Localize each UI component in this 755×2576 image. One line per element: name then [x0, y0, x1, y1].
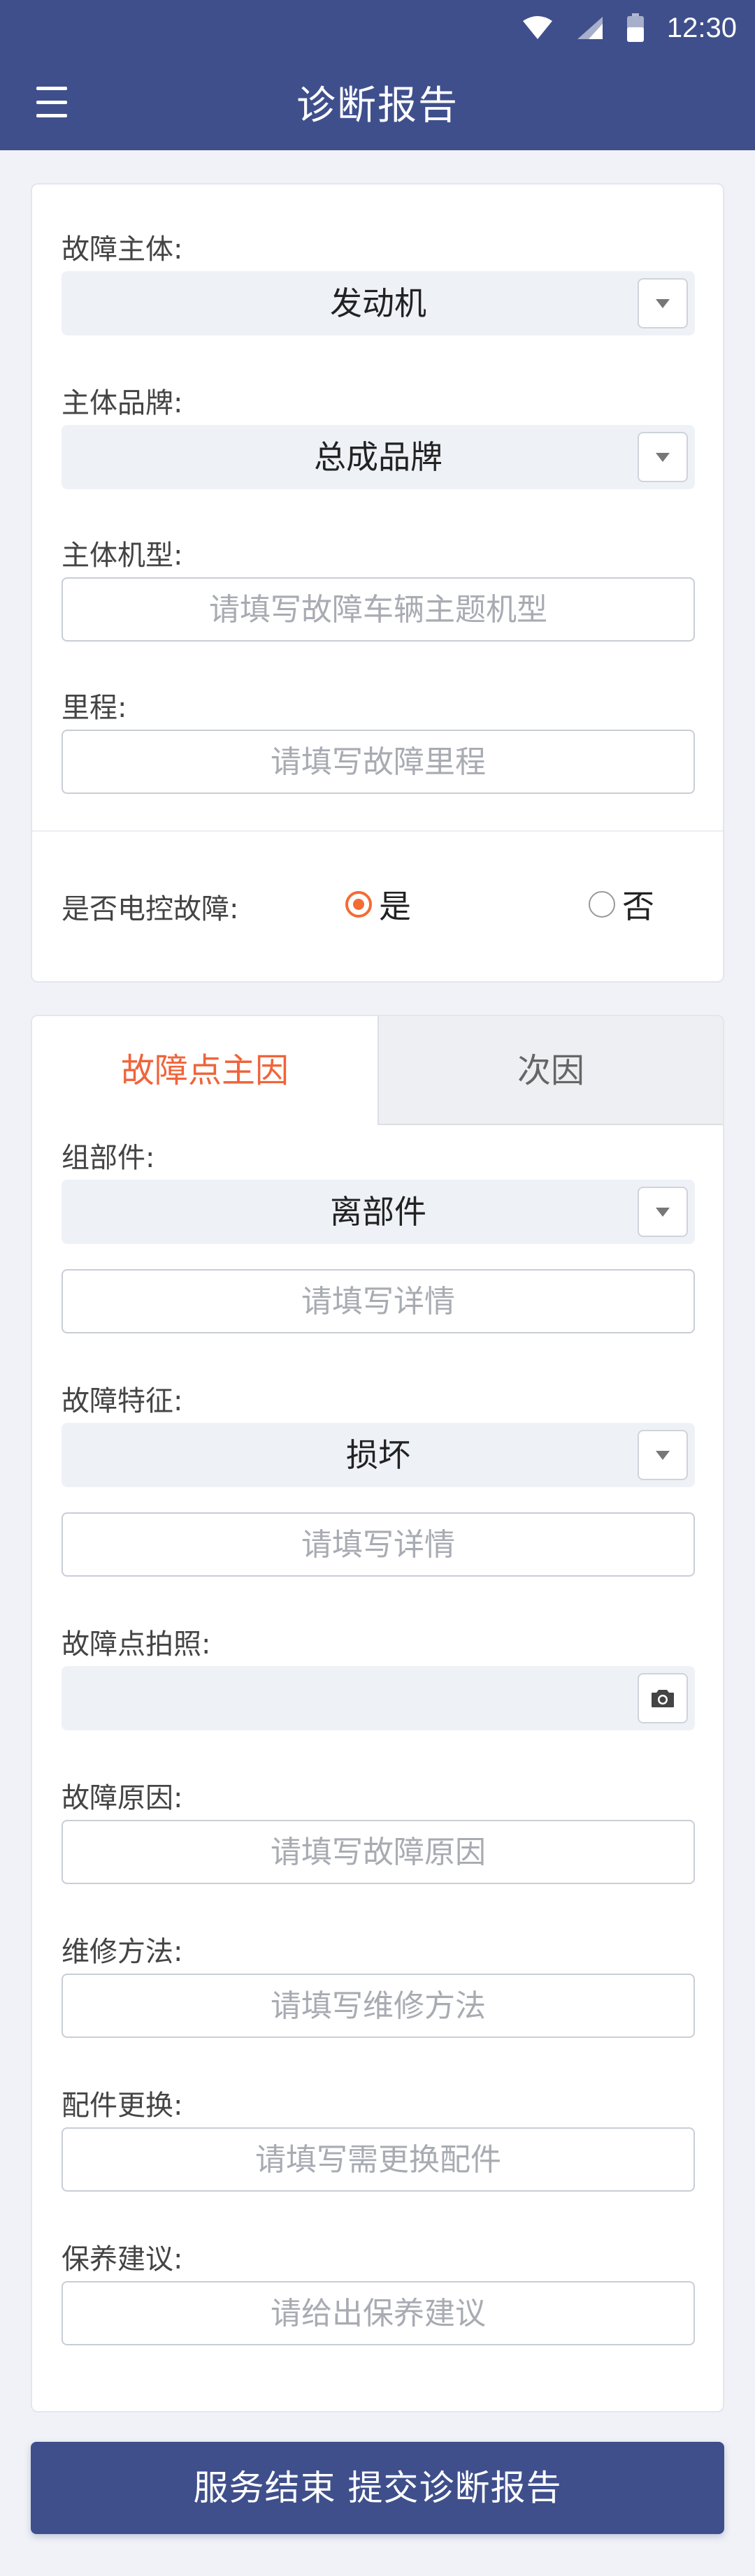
feature-select[interactable]: 损坏 — [62, 1423, 695, 1487]
photo-label: 故障点拍照: — [62, 1628, 211, 1660]
component-select[interactable]: 离部件 — [62, 1180, 695, 1244]
ecu-fault-yes-label: 是 — [379, 888, 411, 925]
tab-secondary-cause[interactable]: 次因 — [378, 1016, 723, 1125]
ecu-fault-label: 是否电控故障: — [62, 893, 239, 925]
tab-primary-cause[interactable]: 故障点主因 — [32, 1016, 378, 1125]
submit-report-button[interactable]: 服务结束 提交诊断报告 — [31, 2442, 724, 2534]
battery-icon — [626, 13, 645, 43]
mileage-input[interactable] — [62, 730, 695, 794]
parts-input[interactable] — [62, 2127, 695, 2192]
feature-label: 故障特征: — [62, 1385, 183, 1417]
cause-input[interactable] — [62, 1820, 695, 1884]
component-value: 离部件 — [330, 1193, 426, 1231]
vehicle-info-card: 故障主体: 发动机 主体品牌: 总成品牌 主体机型: 里程: 是否电控故障: 是… — [31, 183, 724, 983]
page-title: 诊断报告 — [296, 83, 459, 129]
header: 诊断报告 — [0, 67, 755, 137]
repair-input[interactable] — [62, 1974, 695, 2038]
divider — [32, 830, 723, 832]
photo-field[interactable] — [62, 1666, 695, 1730]
status-bar: 12:30 — [522, 7, 737, 49]
radio-unchecked-icon — [589, 891, 615, 918]
mileage-label: 里程: — [62, 692, 127, 724]
cause-tabs: 故障点主因 次因 — [32, 1016, 723, 1125]
ecu-fault-row: 是否电控故障: 是 否 — [62, 876, 695, 932]
chevron-down-icon[interactable] — [638, 278, 688, 328]
ecu-fault-yes-radio[interactable]: 是 — [345, 883, 411, 925]
model-input[interactable] — [62, 577, 695, 642]
radio-checked-icon — [345, 891, 372, 918]
brand-label: 主体品牌: — [62, 387, 183, 419]
chevron-down-icon[interactable] — [638, 1187, 688, 1237]
model-label: 主体机型: — [62, 540, 183, 572]
brand-select[interactable]: 总成品牌 — [62, 425, 695, 489]
fault-subject-label: 故障主体: — [62, 233, 183, 266]
component-label: 组部件: — [62, 1142, 155, 1174]
wifi-icon — [522, 15, 554, 41]
chevron-down-icon[interactable] — [638, 432, 688, 482]
chevron-down-icon[interactable] — [638, 1430, 688, 1480]
maintenance-label: 保养建议: — [62, 2243, 183, 2275]
fault-subject-select[interactable]: 发动机 — [62, 271, 695, 335]
status-time: 12:30 — [666, 12, 737, 43]
brand-value: 总成品牌 — [314, 438, 443, 476]
cause-label: 故障原因: — [62, 1782, 183, 1814]
fault-subject-value: 发动机 — [330, 284, 426, 322]
maintenance-input[interactable] — [62, 2281, 695, 2345]
fault-point-card: 故障点主因 次因 组部件: 离部件 故障特征: 损坏 故障点拍照: 故障原因: … — [31, 1015, 724, 2412]
feature-value: 损坏 — [346, 1436, 410, 1474]
component-detail-input[interactable] — [62, 1269, 695, 1333]
ecu-fault-no-radio[interactable]: 否 — [589, 883, 654, 925]
signal-icon — [576, 15, 604, 41]
app-bar: 12:30 诊断报告 — [0, 0, 755, 150]
parts-label: 配件更换: — [62, 2090, 183, 2122]
feature-detail-input[interactable] — [62, 1512, 695, 1577]
camera-icon[interactable] — [638, 1673, 688, 1723]
repair-label: 维修方法: — [62, 1936, 183, 1968]
ecu-fault-no-label: 否 — [622, 888, 654, 925]
